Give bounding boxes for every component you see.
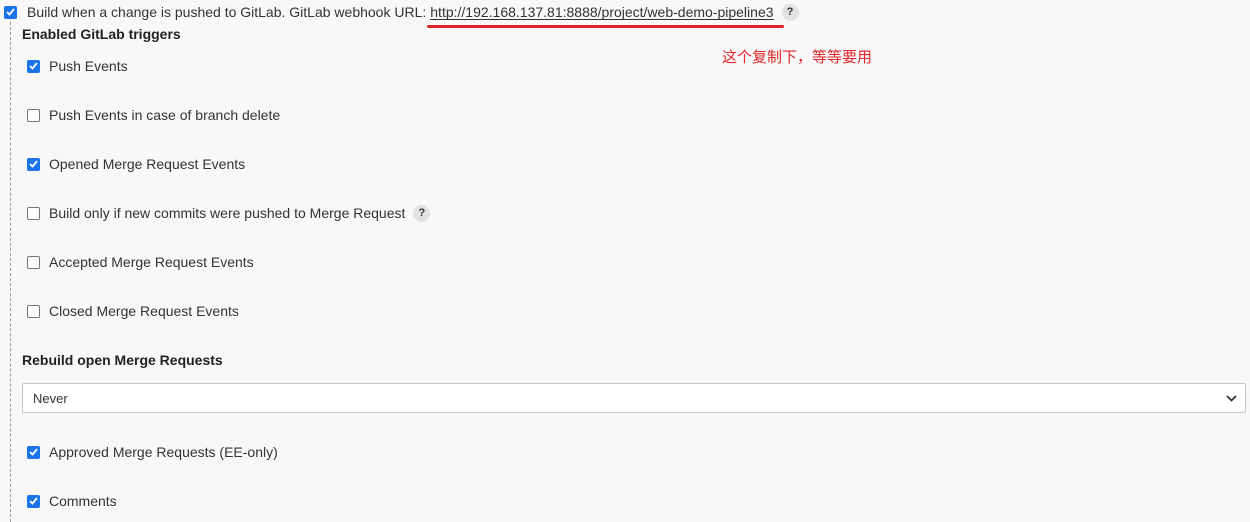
checkbox-push-branch-delete[interactable]: Push Events in case of branch delete (27, 106, 280, 124)
checkbox[interactable] (27, 108, 40, 122)
chevron-down-icon (1226, 394, 1237, 402)
checkbox-label: Approved Merge Requests (EE-only) (49, 444, 278, 460)
checkbox-label: Closed Merge Request Events (49, 303, 239, 319)
url-highlight-underline (427, 25, 784, 28)
rebuild-mr-heading: Rebuild open Merge Requests (22, 352, 223, 368)
rebuild-mr-select[interactable]: Never (22, 383, 1246, 413)
checkbox-accepted-mr[interactable]: Accepted Merge Request Events (27, 253, 254, 271)
checkbox-label: Build only if new commits were pushed to… (49, 205, 406, 221)
select-value: Never (33, 390, 68, 406)
build-on-push-label: Build when a change is pushed to GitLab.… (27, 4, 427, 20)
checkbox-label: Push Events in case of branch delete (49, 107, 281, 123)
build-on-push-row: Build when a change is pushed to GitLab.… (4, 2, 799, 22)
webhook-url[interactable]: http://192.168.137.81:8888/project/web-d… (430, 5, 774, 20)
checkbox[interactable] (27, 304, 40, 318)
gitlab-trigger-settings: Build when a change is pushed to GitLab.… (0, 0, 1250, 522)
help-icon[interactable]: ? (413, 204, 431, 222)
checkbox[interactable] (27, 206, 40, 220)
checkbox-closed-mr[interactable]: Closed Merge Request Events (27, 302, 239, 320)
checkbox-push-events[interactable]: Push Events (27, 57, 128, 75)
section-divider (10, 22, 11, 522)
checkbox-label: Comments (49, 493, 117, 509)
checkbox-comments[interactable]: Comments (27, 492, 117, 510)
checkbox[interactable] (27, 445, 40, 459)
checkbox[interactable] (27, 157, 40, 171)
checkbox-opened-mr[interactable]: Opened Merge Request Events (27, 155, 245, 173)
checkbox[interactable] (27, 255, 40, 269)
annotation-note: 这个复制下，等等要用 (722, 48, 873, 66)
checkbox-label: Accepted Merge Request Events (49, 254, 254, 270)
checkbox-label: Opened Merge Request Events (49, 156, 246, 172)
checkbox-new-commits-mr[interactable]: Build only if new commits were pushed to… (27, 204, 431, 222)
checkbox-label: Push Events (49, 58, 128, 74)
checkbox[interactable] (27, 494, 40, 508)
checkbox[interactable] (27, 59, 40, 73)
build-on-push-checkbox[interactable] (4, 5, 17, 19)
enabled-triggers-heading: Enabled GitLab triggers (22, 26, 181, 42)
checkbox-approved-mr[interactable]: Approved Merge Requests (EE-only) (27, 443, 278, 461)
help-icon[interactable]: ? (781, 3, 799, 21)
